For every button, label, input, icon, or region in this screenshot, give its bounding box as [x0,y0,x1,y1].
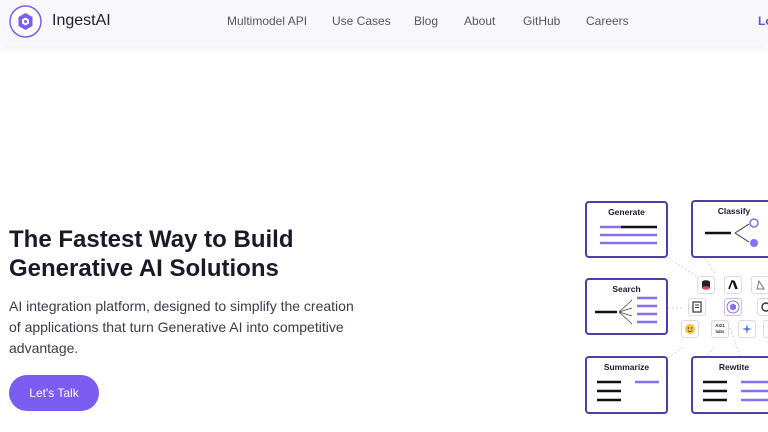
nav-link-login-cutoff[interactable]: Lo [758,14,768,28]
top-navbar: IngestAI Multimodel API Use Cases Blog A… [0,0,768,46]
document-icon [688,298,706,316]
sparkle-icon [738,320,756,338]
ingest-hex-icon [724,298,742,316]
ai-capabilities-diagram: Generate Classify Search Summarize Rewti… [580,196,768,422]
brand-name[interactable]: IngestAI [52,12,111,30]
classify-branch-icon [705,218,759,247]
summarize-lines-icon [597,380,659,402]
hero-description-line: of applications that turn Generative AI … [9,319,344,335]
nav-link-use-cases[interactable]: Use Cases [332,14,391,28]
classify-card: Classify [691,200,768,258]
hero-title: The Fastest Way to Build Generative AI S… [9,225,429,283]
hero-title-line: The Fastest Way to Build [9,226,294,253]
nav-link-github[interactable]: GitHub [523,14,560,28]
generate-lines-icon [600,225,657,245]
rewrite-lines-icon [703,380,768,402]
anthropic-icon [724,276,742,294]
hero-description-line: advantage. [9,340,79,356]
hexagon-logo-icon[interactable] [9,5,42,38]
nav-link-multimodel-api[interactable]: Multimodel API [227,14,307,28]
openai-icon [757,298,768,316]
sail-icon [751,276,768,294]
ai21-labs-icon: AI21 labs [711,320,729,338]
hero-title-line: Generative AI Solutions [9,255,279,282]
lets-talk-button[interactable]: Let's Talk [9,375,99,411]
search-card: Search [585,278,668,335]
hero-description: AI integration platform, designed to sim… [9,296,409,359]
nav-link-careers[interactable]: Careers [586,14,629,28]
generate-card: Generate [585,201,668,258]
search-fanout-icon [595,296,657,325]
face-emoji-icon [681,320,699,338]
nav-link-blog[interactable]: Blog [414,14,438,28]
cohere-icon [763,320,768,338]
rewrite-card: Rewtite [691,356,768,414]
nav-link-about[interactable]: About [464,14,495,28]
summarize-card: Summarize [585,356,668,414]
database-icon [697,276,715,294]
hero-description-line: AI integration platform, designed to sim… [9,298,354,314]
